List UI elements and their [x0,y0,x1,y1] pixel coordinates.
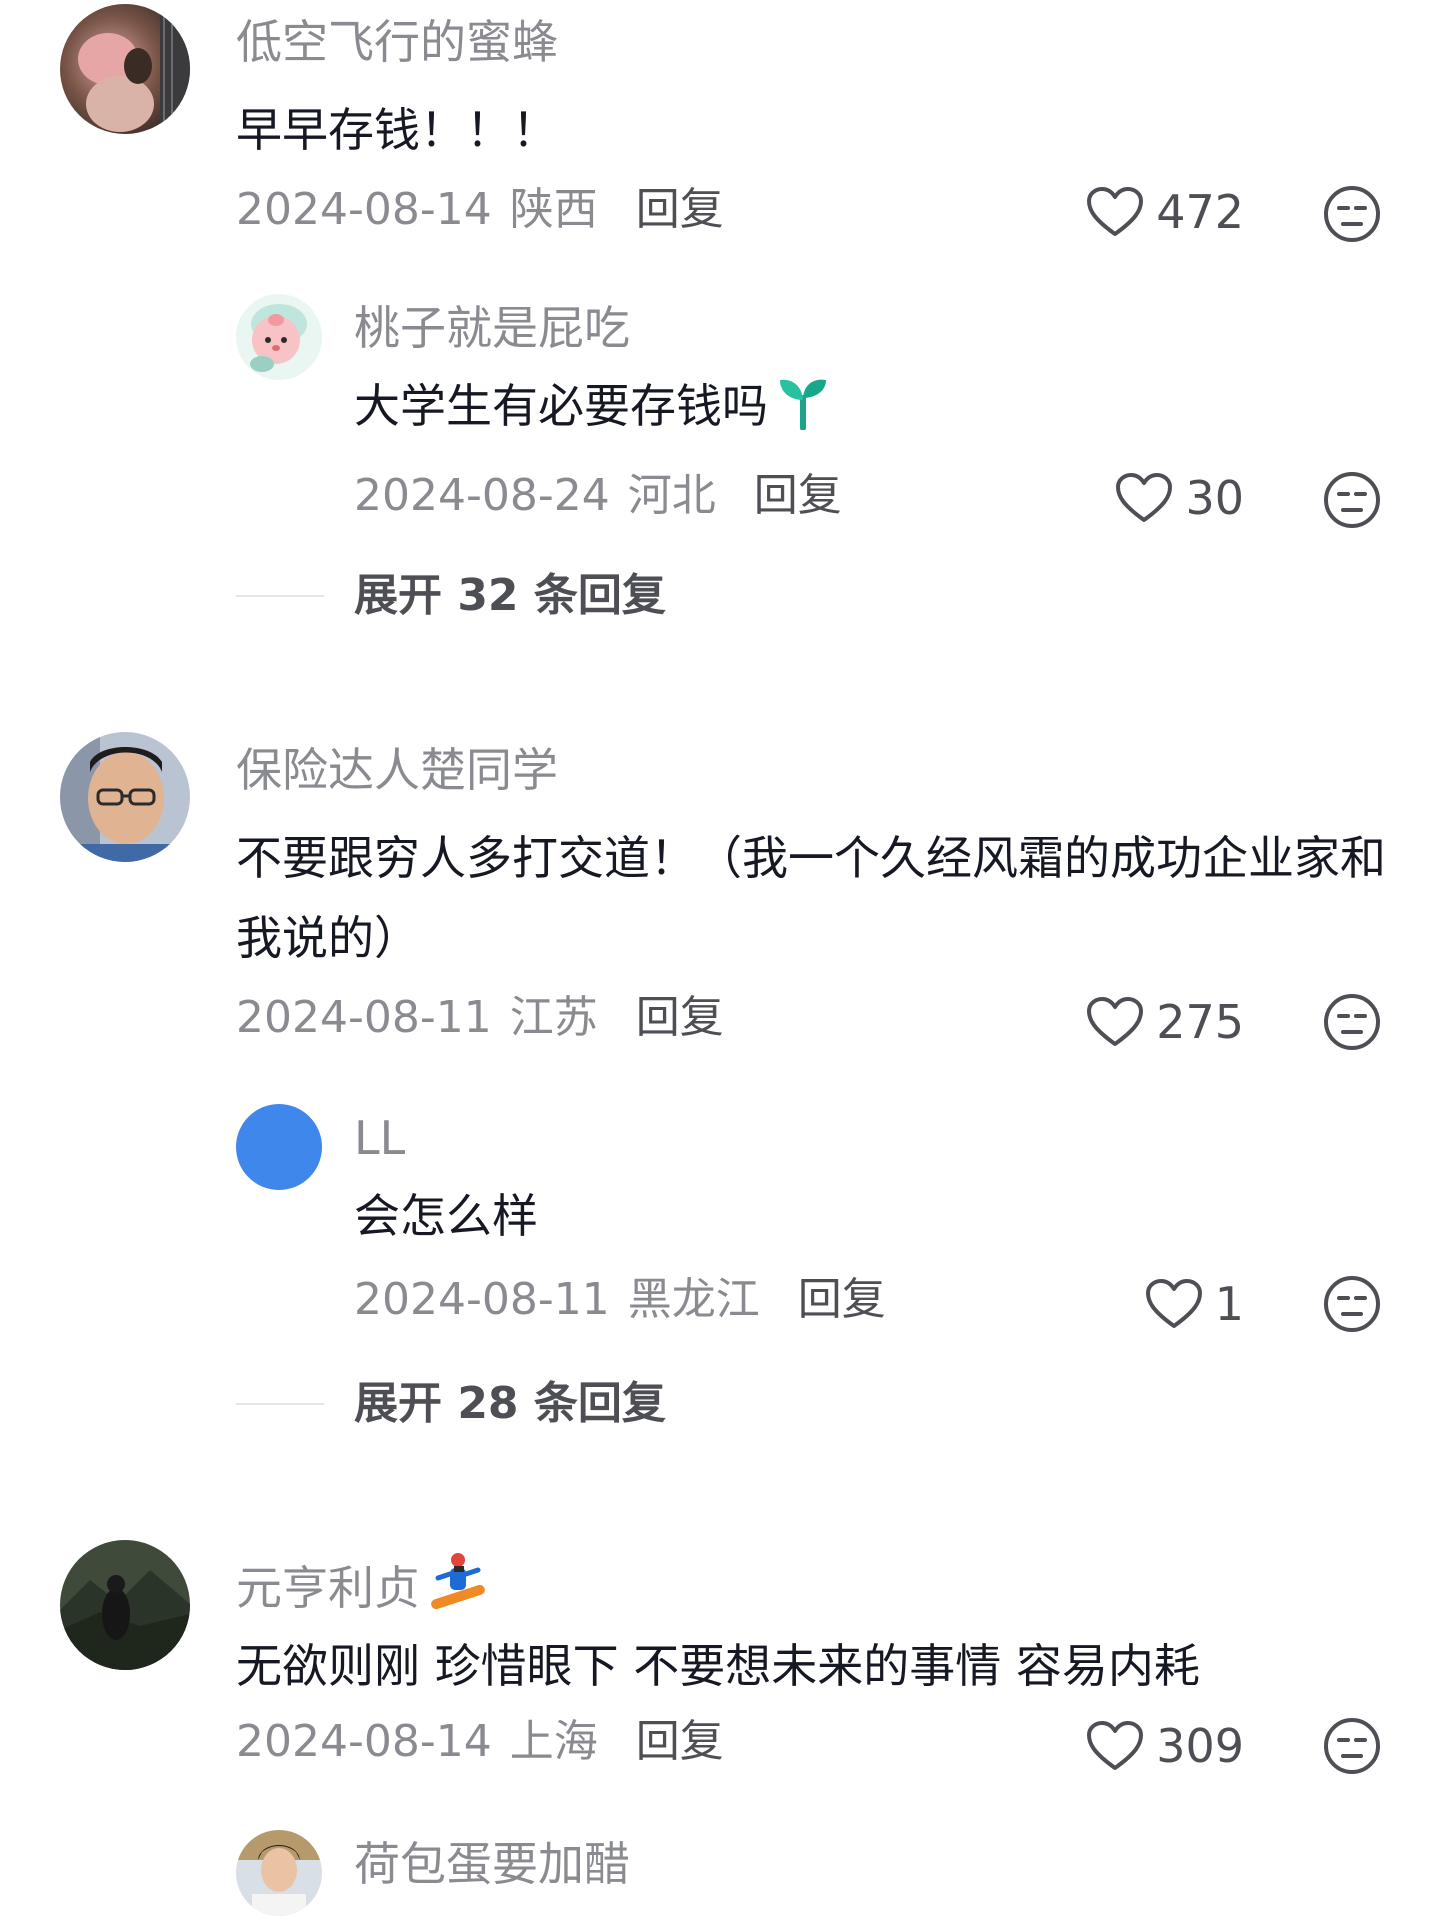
comment-location: 陕西 [509,184,598,235]
username[interactable]: 保险达人楚同学 [236,740,558,800]
reply-meta: 2024-08-24 河北 回复 [354,466,842,526]
reply-date: 2024-08-24 [354,470,610,521]
dislike-face-icon[interactable] [1322,1274,1382,1334]
comment-item: 低空飞行的蜜蜂 早早存钱！！！ 2024-08-14 陕西 回复 472 桃子就… [0,0,1440,621]
reply-item: 桃子就是屁吃 大学生有必要存钱吗 2024-08-24 河北 回复 30 [0,288,1440,548]
comment-meta: 2024-08-14 陕西 回复 [236,180,724,240]
expand-replies-label: 展开 32 条回复 [354,570,666,621]
expand-replies-button[interactable]: 展开 28 条回复 [236,1374,666,1434]
photo-avatar-woman[interactable] [236,1830,322,1916]
comment-date: 2024-08-11 [236,992,492,1043]
reply-button[interactable]: 回复 [798,1274,886,1325]
blue-circle-avatar[interactable] [236,1104,322,1190]
comment-meta: 2024-08-11 江苏 回复 [236,988,724,1048]
seedling-emoji [780,379,826,430]
expand-replies-label: 展开 28 条回复 [354,1378,666,1429]
heart-icon [1087,997,1144,1046]
dislike-face-icon[interactable] [1322,992,1382,1052]
like-button[interactable]: 275 [1086,992,1244,1052]
divider-line [236,1403,324,1405]
username[interactable]: 低空飞行的蜜蜂 [236,12,558,72]
photo-avatar-man-glasses[interactable] [60,732,190,862]
like-button[interactable]: 472 [1086,182,1244,242]
like-button[interactable]: 309 [1086,1716,1244,1776]
dislike-face-icon[interactable] [1322,470,1382,530]
photo-avatar-mountain[interactable] [60,1540,190,1670]
like-count: 309 [1156,1719,1244,1773]
like-count: 30 [1185,471,1244,525]
comment-list: 低空飞行的蜜蜂 早早存钱！！！ 2024-08-14 陕西 回复 472 桃子就… [0,0,1440,1920]
comment-text: 无欲则刚 珍惜眼下 不要想未来的事情 容易内耗 [236,1639,1200,1693]
photo-avatar-bouquet[interactable] [60,4,190,134]
heart-icon [1116,473,1173,522]
comment-text: 不要跟穷人多打交道！（我一个久经风霜的成功企业家和我说的） [236,831,1386,965]
heart-icon [1145,1279,1202,1328]
reply-button[interactable]: 回复 [754,470,842,521]
username[interactable]: LL [354,1108,405,1168]
reply-text: 会怎么样 [354,1189,538,1243]
username: 元亨利贞 [236,1548,490,1618]
reply-meta: 2024-08-11 黑龙江 回复 [354,1270,886,1330]
dislike-face-icon[interactable] [1322,184,1382,244]
username-text[interactable]: 元亨利贞 [236,1561,420,1615]
reply-button[interactable]: 回复 [636,1716,724,1767]
comment-meta: 2024-08-14 上海 回复 [236,1712,724,1772]
reply-location: 河北 [627,470,716,521]
username[interactable]: 荷包蛋要加醋 [354,1834,630,1894]
like-count: 472 [1156,185,1244,239]
username[interactable]: 桃子就是屁吃 [354,298,630,358]
heart-icon [1087,1721,1144,1770]
like-count: 275 [1156,995,1244,1049]
expand-replies-button[interactable]: 展开 32 条回复 [236,566,666,626]
heart-icon [1087,187,1144,236]
reply-item: LL 会怎么样 2024-08-11 黑龙江 回复 1 [0,1098,1440,1338]
comment-location: 上海 [509,1716,598,1767]
dislike-face-icon[interactable] [1322,1716,1382,1776]
divider-line [236,595,324,597]
reply-item: 荷包蛋要加醋 [0,1824,1440,1920]
comment-date: 2024-08-14 [236,184,492,235]
comment-location: 江苏 [509,992,598,1043]
reply-text-content: 大学生有必要存钱吗 [354,379,768,433]
like-count: 1 [1214,1277,1244,1331]
reply-date: 2024-08-11 [354,1274,610,1325]
comment-date: 2024-08-14 [236,1716,492,1767]
reply-button[interactable]: 回复 [636,184,724,235]
like-button[interactable]: 30 [1115,468,1244,528]
comment-item: 保险达人楚同学 不要跟穷人多打交道！（我一个久经风霜的成功企业家和我说的） 20… [0,728,1440,1429]
reply-text: 大学生有必要存钱吗 [354,366,1374,446]
snowboarder-emoji [431,1553,485,1610]
comment-item: 元亨利贞 无欲则刚 珍惜眼下 不要想未来的事情 容易内耗 2024-08-14 上… [0,1536,1440,1920]
comment-text: 早早存钱！！！ [236,103,558,157]
reply-button[interactable]: 回复 [636,992,724,1043]
reply-location: 黑龙江 [627,1274,760,1325]
like-button[interactable]: 1 [1145,1274,1244,1334]
peach-cartoon-avatar[interactable] [236,294,322,380]
